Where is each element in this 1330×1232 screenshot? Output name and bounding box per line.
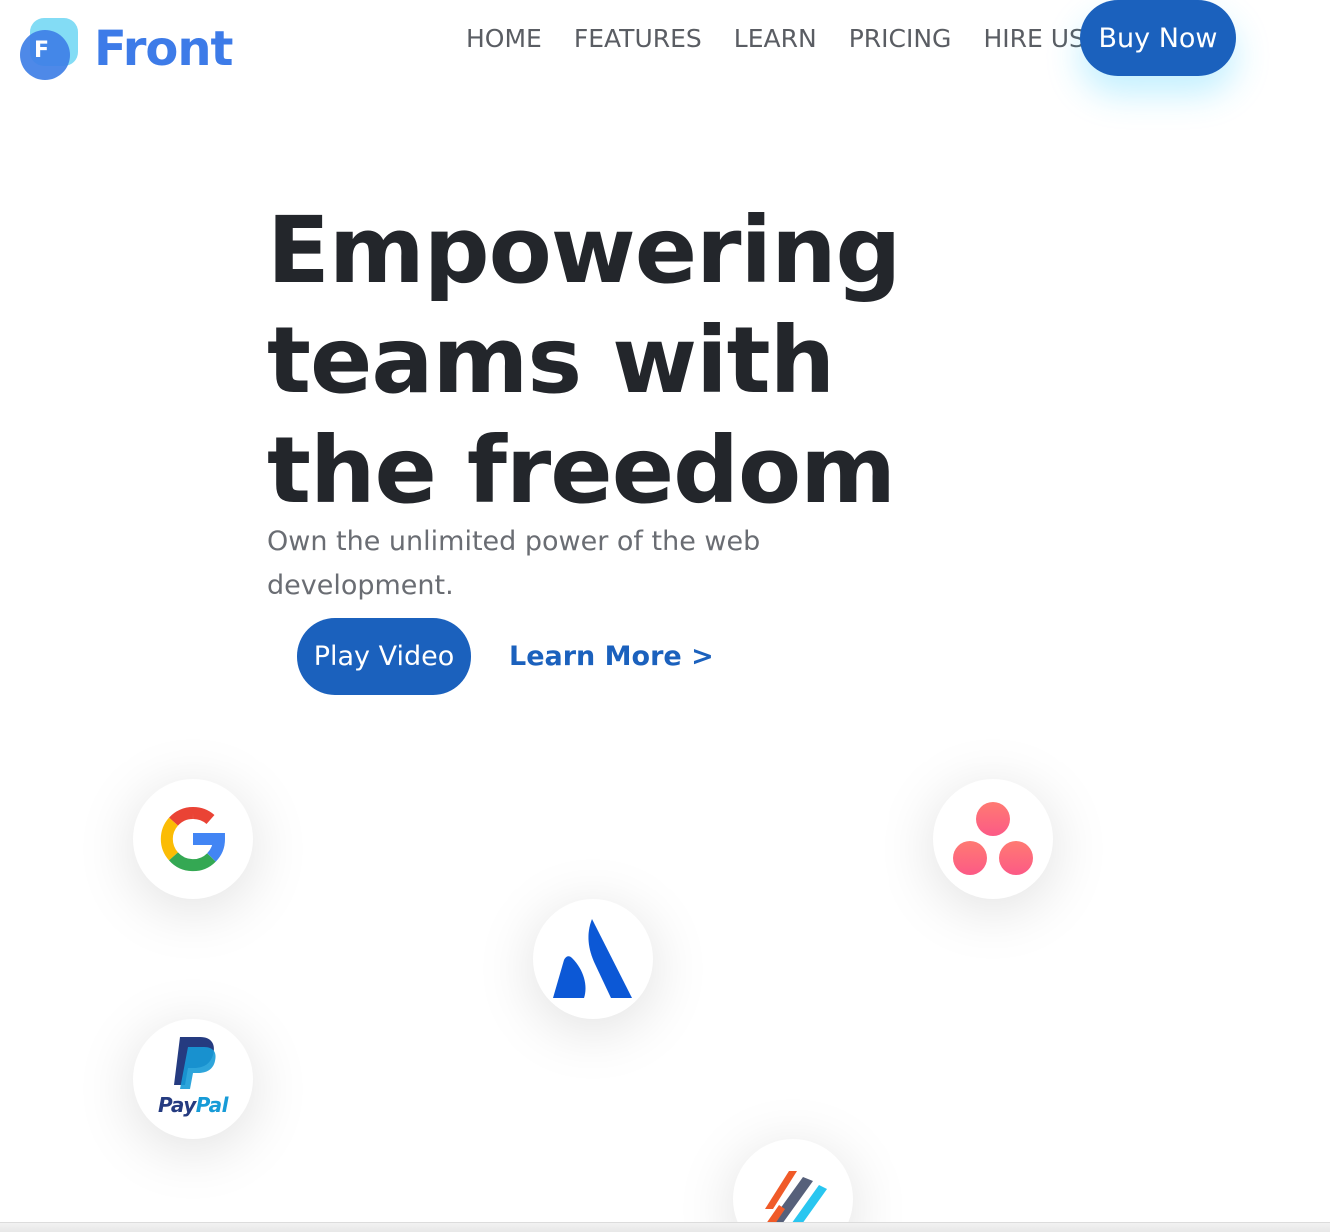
nav-item-pricing[interactable]: PRICING (849, 22, 952, 56)
landing-page: F Front HOME FEATURES LEARN PRICING HIRE… (0, 0, 1330, 1232)
asana-logo-bubble (933, 779, 1053, 899)
brand-logo-link[interactable]: F Front (20, 18, 233, 80)
asana-icon (953, 802, 1033, 875)
google-icon (160, 806, 226, 872)
paypal-wordmark: PayPal (157, 1093, 229, 1117)
treehouse-logo-bubble (733, 1139, 853, 1232)
nav-item-learn[interactable]: LEARN (734, 22, 817, 56)
paypal-icon (174, 1037, 216, 1089)
hero-subtitle: Own the unlimited power of the web devel… (267, 526, 761, 601)
hero-title: Empowering teams with the freedom (267, 197, 901, 524)
buy-now-button[interactable]: Buy Now (1080, 0, 1236, 76)
nav-item-hire-us[interactable]: HIRE US (983, 22, 1084, 56)
page-bottom-edge (0, 1222, 1330, 1232)
nav-item-home[interactable]: HOME (466, 22, 542, 56)
brand-name: Front (94, 21, 233, 77)
paypal-logo-bubble: PayPal (133, 1019, 253, 1139)
main-nav: HOME FEATURES LEARN PRICING HIRE US (466, 22, 1085, 56)
atlassian-logo-bubble (533, 899, 653, 1019)
front-logo-icon: F (20, 18, 80, 80)
atlassian-icon (553, 919, 632, 998)
google-logo-bubble (133, 779, 253, 899)
learn-more-link[interactable]: Learn More > (509, 638, 714, 676)
nav-item-features[interactable]: FEATURES (574, 22, 702, 56)
logo-letter: F (34, 38, 50, 63)
play-video-button[interactable]: Play Video (297, 618, 471, 695)
